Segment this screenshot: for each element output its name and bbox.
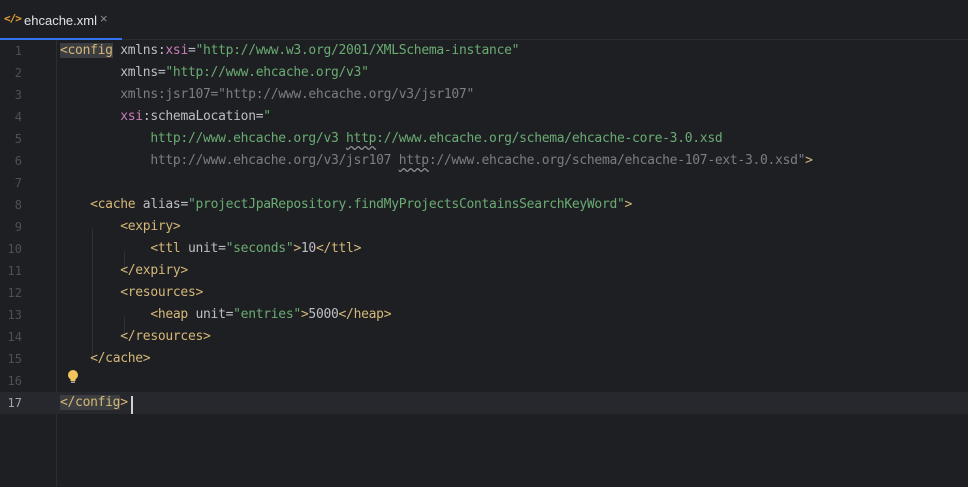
code-line: 5 http://www.ehcache.org/v3 http://www.e…: [0, 128, 968, 150]
line-number: 13: [7, 308, 22, 322]
code-line: 11 </expiry>: [0, 260, 968, 282]
line-number: 11: [7, 264, 22, 278]
line-number: 9: [14, 220, 22, 234]
code-line: 12 <resources>: [0, 282, 968, 304]
text-caret: [131, 396, 133, 414]
code-line: 9 <expiry>: [0, 216, 968, 238]
code-editor[interactable]: 1 <config xmlns:xsi="http://www.w3.org/2…: [0, 40, 968, 487]
code-line: 14 </resources>: [0, 326, 968, 348]
line-number: 15: [7, 352, 22, 366]
tab-ehcache-xml[interactable]: </> ehcache.xml ×: [0, 0, 122, 41]
line-number: 1: [14, 44, 22, 58]
code-line: 3 xmlns:jsr107="http://www.ehcache.org/v…: [0, 84, 968, 106]
line-number: 10: [7, 242, 22, 256]
editor-tab-bar: </> ehcache.xml ×: [0, 0, 968, 41]
line-number: 12: [7, 286, 22, 300]
code-line-current: 17 </config>: [0, 392, 968, 414]
code-line: 15 </cache>: [0, 348, 968, 370]
line-number: 8: [14, 198, 22, 212]
code-line: 13 <heap unit="entries">5000</heap>: [0, 304, 968, 326]
code-line: 4 xsi:schemaLocation=": [0, 106, 968, 128]
code-line: 8 <cache alias="projectJpaRepository.fin…: [0, 194, 968, 216]
code-line: 16: [0, 370, 968, 392]
line-number: 5: [14, 132, 22, 146]
code-line: 6 http://www.ehcache.org/v3/jsr107 http:…: [0, 150, 968, 172]
line-number: 6: [14, 154, 22, 168]
tab-label: ehcache.xml: [24, 13, 97, 28]
code-line: 10 <ttl unit="seconds">10</ttl>: [0, 238, 968, 260]
line-number: 14: [7, 330, 22, 344]
line-number: 2: [14, 66, 22, 80]
line-number: 4: [14, 110, 22, 124]
line-number: 17: [7, 396, 22, 410]
line-number: 16: [7, 374, 22, 388]
code-line: 1 <config xmlns:xsi="http://www.w3.org/2…: [0, 40, 968, 62]
close-icon[interactable]: ×: [100, 11, 108, 26]
line-number: 7: [14, 176, 22, 190]
lightbulb-icon[interactable]: [67, 369, 79, 385]
xml-file-icon: </>: [4, 12, 22, 25]
code-line: 2 xmlns="http://www.ehcache.org/v3": [0, 62, 968, 84]
line-number: 3: [14, 88, 22, 102]
code-line: 7: [0, 172, 968, 194]
